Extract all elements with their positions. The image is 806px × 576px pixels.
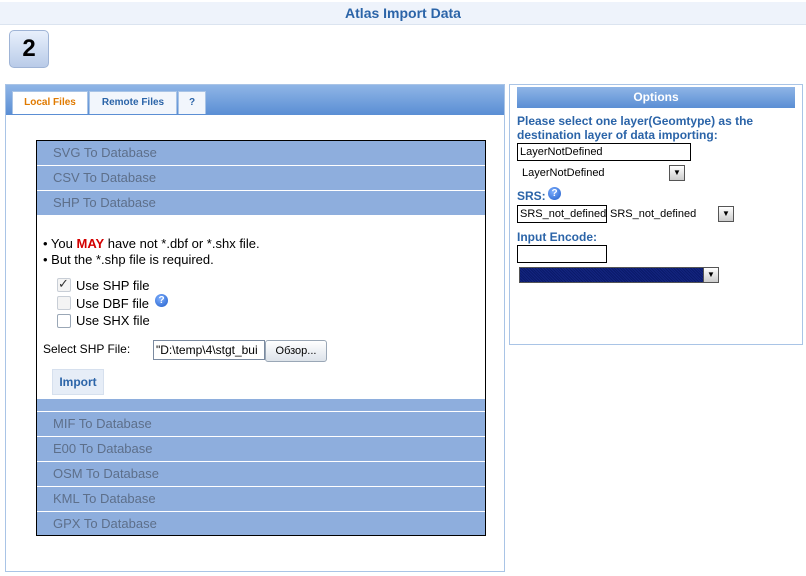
tab-remote-files[interactable]: Remote Files — [89, 91, 177, 114]
shp-note-required: • But the *.shp file is required. — [43, 252, 214, 267]
browse-button[interactable]: Обзор... — [265, 340, 327, 362]
options-header: Options — [517, 87, 795, 108]
use-shp-checkbox[interactable] — [57, 276, 71, 292]
import-panel: Local Files Remote Files ? SVG To Databa… — [5, 84, 505, 572]
accordion-csv-header[interactable]: CSV To Database — [37, 166, 485, 191]
srs-select-value[interactable]: SRS_not_defined — [610, 207, 696, 221]
accordion-shp-footer — [37, 399, 485, 412]
accordion-kml-header[interactable]: KML To Database — [37, 487, 485, 512]
use-dbf-checkbox[interactable] — [57, 296, 71, 310]
step-number-badge: 2 — [9, 30, 49, 68]
layer-input[interactable]: LayerNotDefined — [517, 143, 691, 161]
encode-select-dropdown-icon[interactable]: ▼ — [703, 267, 719, 283]
layer-select-dropdown-icon[interactable]: ▼ — [669, 165, 685, 181]
accordion-mif-header[interactable]: MIF To Database — [37, 412, 485, 437]
accordion-gpx-header[interactable]: GPX To Database — [37, 512, 485, 535]
layer-prompt: Please select one layer(Geomtype) as the… — [517, 114, 754, 142]
tab-bar: Local Files Remote Files ? — [6, 85, 504, 115]
import-type-accordion: SVG To Database CSV To Database SHP To D… — [36, 140, 486, 536]
dbf-help-icon[interactable]: ? — [155, 294, 168, 307]
note-suffix: have not *.dbf or *.shx file. — [104, 236, 260, 251]
accordion-osm-header[interactable]: OSM To Database — [37, 462, 485, 487]
encode-input[interactable] — [517, 245, 607, 263]
use-shx-checkbox[interactable] — [57, 314, 71, 328]
srs-select-dropdown-icon[interactable]: ▼ — [718, 206, 734, 222]
tab-help[interactable]: ? — [178, 91, 206, 114]
layer-select-value[interactable]: LayerNotDefined — [522, 166, 605, 180]
note-may: MAY — [76, 236, 105, 251]
srs-input[interactable]: SRS_not_defined — [517, 205, 607, 223]
page-title: Atlas Import Data — [0, 2, 806, 25]
srs-label: SRS: — [517, 189, 546, 203]
shp-note-optional: • You MAY have not *.dbf or *.shx file. — [43, 236, 260, 251]
import-button[interactable]: Import — [52, 369, 104, 395]
use-dbf-label: Use DBF file — [76, 296, 149, 311]
accordion-svg-header[interactable]: SVG To Database — [37, 141, 485, 166]
encode-select[interactable] — [519, 267, 706, 283]
accordion-shp-header[interactable]: SHP To Database — [37, 191, 485, 216]
select-shp-label: Select SHP File: — [43, 342, 131, 356]
shp-file-input[interactable]: "D:\temp\4\stgt_bui — [153, 340, 265, 360]
encode-label: Input Encode: — [517, 230, 597, 244]
use-shp-label: Use SHP file — [76, 278, 150, 293]
accordion-e00-header[interactable]: E00 To Database — [37, 437, 485, 462]
tab-local-files[interactable]: Local Files — [12, 91, 88, 114]
use-shx-label: Use SHX file — [76, 313, 150, 328]
note-prefix: • You — [43, 236, 77, 251]
srs-help-icon[interactable]: ? — [548, 187, 561, 200]
options-panel: Options Please select one layer(Geomtype… — [509, 84, 803, 345]
